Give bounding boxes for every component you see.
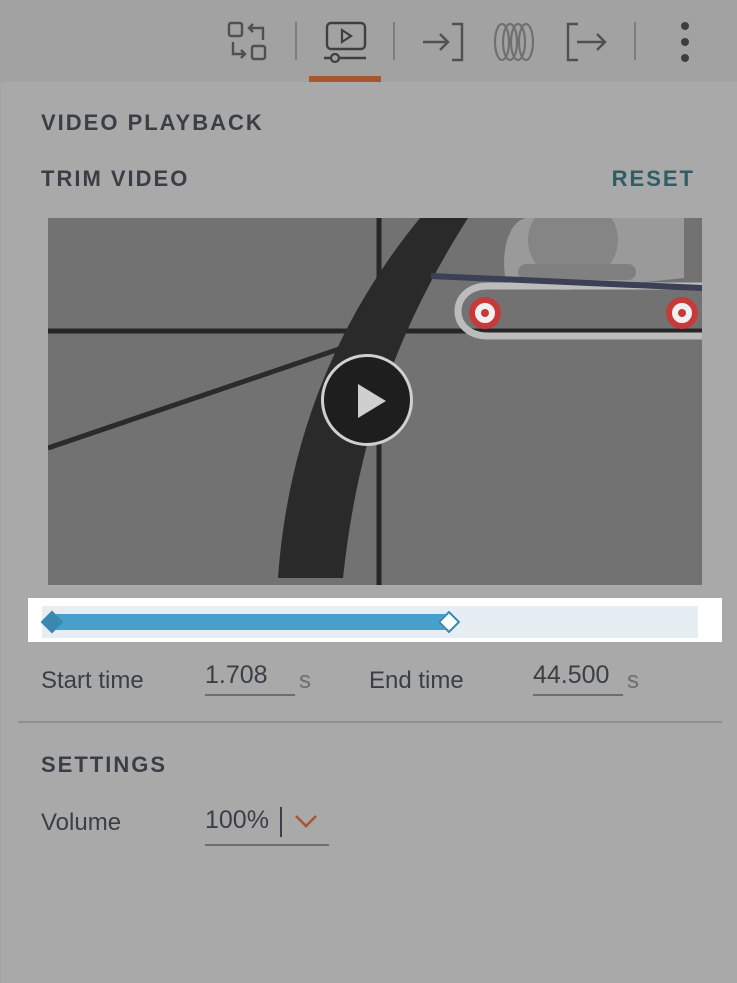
start-time-label: Start time [41,667,144,694]
trim-track[interactable] [40,606,698,638]
enter-icon[interactable] [417,18,467,66]
panel-title: VIDEO PLAYBACK [41,110,264,135]
toolbar-divider [634,22,636,60]
rings-icon[interactable] [490,18,540,66]
volume-select[interactable]: 100% [205,800,329,846]
chevron-down-icon [293,808,319,839]
end-time-input[interactable]: 44.500 [533,660,623,696]
volume-label: Volume [41,809,122,836]
end-time-unit: s [627,667,639,694]
video-preview[interactable] [48,218,702,585]
exit-icon[interactable] [562,18,612,66]
section-divider [18,721,722,723]
start-time-unit: s [299,667,311,694]
settings-title: SETTINGS [41,752,168,777]
swap-layout-icon[interactable] [222,18,272,66]
trim-slider[interactable] [28,598,722,642]
trim-selection-range [52,614,449,630]
reset-button[interactable]: RESET [612,166,695,192]
toolbar-divider [295,22,297,60]
end-time-label: End time [369,667,464,694]
video-settings-icon[interactable] [318,18,372,66]
trim-video-title: TRIM VIDEO [41,166,190,191]
toolbar [0,0,737,82]
play-button[interactable] [321,354,413,446]
video-playback-panel: VIDEO PLAYBACK TRIM VIDEO RESET Start ti… [2,82,737,983]
play-icon [358,384,386,418]
toolbar-divider [393,22,395,60]
select-divider [280,807,282,837]
volume-value: 100% [205,806,269,834]
start-time-input[interactable]: 1.708 [205,660,295,696]
more-vertical-icon[interactable] [670,18,700,66]
